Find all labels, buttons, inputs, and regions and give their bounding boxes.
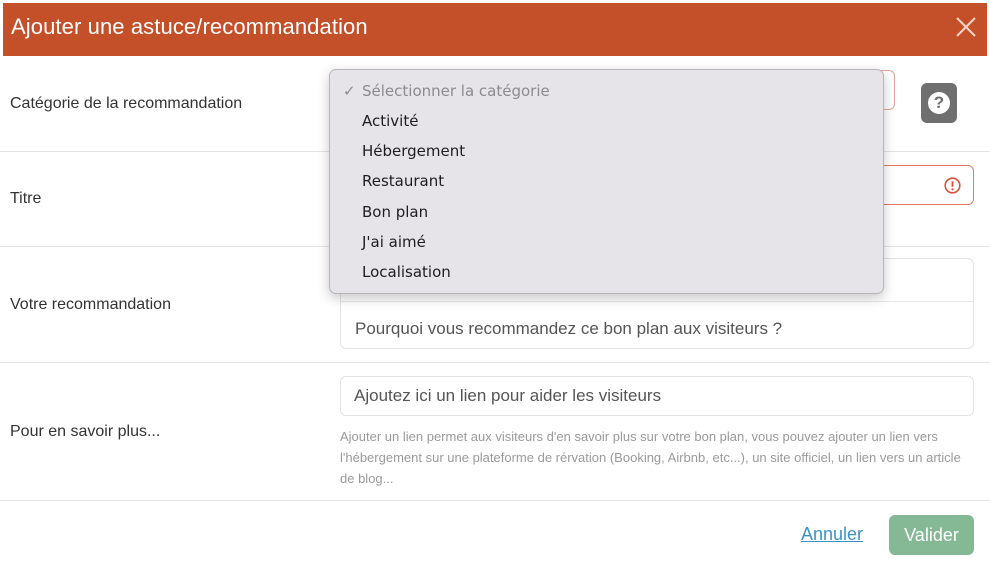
link-label: Pour en savoir plus... <box>10 423 161 440</box>
link-input[interactable]: Ajoutez ici un lien pour aider les visit… <box>340 376 974 416</box>
question-icon: ? <box>928 92 950 114</box>
category-dropdown: ✓ Sélectionner la catégorie Activité Héb… <box>329 69 884 294</box>
recommendation-placeholder: Pourquoi vous recommandez ce bon plan au… <box>355 319 783 338</box>
cancel-link[interactable]: Annuler <box>801 524 863 545</box>
help-button[interactable]: ? <box>921 83 957 123</box>
submit-button[interactable]: Valider <box>889 515 974 555</box>
option-placeholder[interactable]: Sélectionner la catégorie <box>362 82 550 100</box>
recommendation-label: Votre recommandation <box>10 296 171 313</box>
close-icon[interactable] <box>955 14 977 40</box>
option-jai-aime[interactable]: J'ai aimé <box>362 233 426 251</box>
link-help-text: Ajouter un lien permet aux visiteurs d'e… <box>340 429 961 486</box>
option-localisation[interactable]: Localisation <box>362 263 451 281</box>
category-label: Catégorie de la recommandation <box>10 95 243 112</box>
option-hebergement[interactable]: Hébergement <box>362 142 465 160</box>
option-activite[interactable]: Activité <box>362 112 418 130</box>
option-restaurant[interactable]: Restaurant <box>362 172 444 190</box>
option-bon-plan[interactable]: Bon plan <box>362 203 428 221</box>
title-label: Titre <box>10 190 42 207</box>
modal-title: Ajouter une astuce/recommandation <box>11 14 368 39</box>
modal-header: Ajouter une astuce/recommandation <box>3 3 987 56</box>
warning-icon <box>944 177 961 194</box>
add-tip-modal: Ajouter une astuce/recommandation Catégo… <box>0 0 990 568</box>
check-icon: ✓ <box>343 82 356 100</box>
